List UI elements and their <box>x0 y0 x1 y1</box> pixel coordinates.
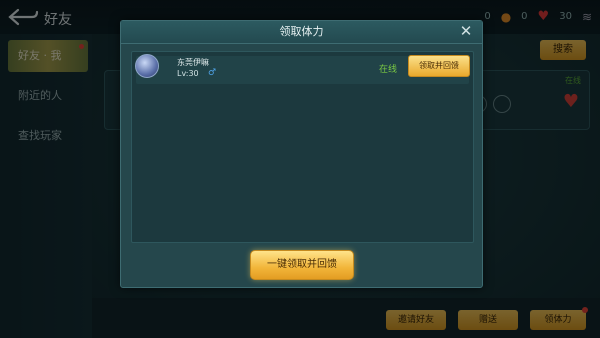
dialog-title: 领取体力 <box>279 25 324 38</box>
claim-all-button[interactable]: 一键领取并回馈 <box>250 250 354 280</box>
friend-name: 东莞伊嘛 <box>177 58 209 67</box>
claim-stamina-dialog: 领取体力 ✕ 东莞伊嘛 Lv:30 ♂ 在线 领取并回馈 一键领取并回馈 <box>120 20 483 288</box>
online-status: 在线 <box>379 65 398 75</box>
friend-level: Lv:30 <box>177 69 199 78</box>
friend-request-list <box>131 51 474 243</box>
avatar[interactable] <box>135 54 159 78</box>
close-icon[interactable]: ✕ <box>458 23 474 39</box>
claim-and-return-button[interactable]: 领取并回馈 <box>408 55 470 77</box>
gender-male-icon: ♂ <box>208 68 217 78</box>
